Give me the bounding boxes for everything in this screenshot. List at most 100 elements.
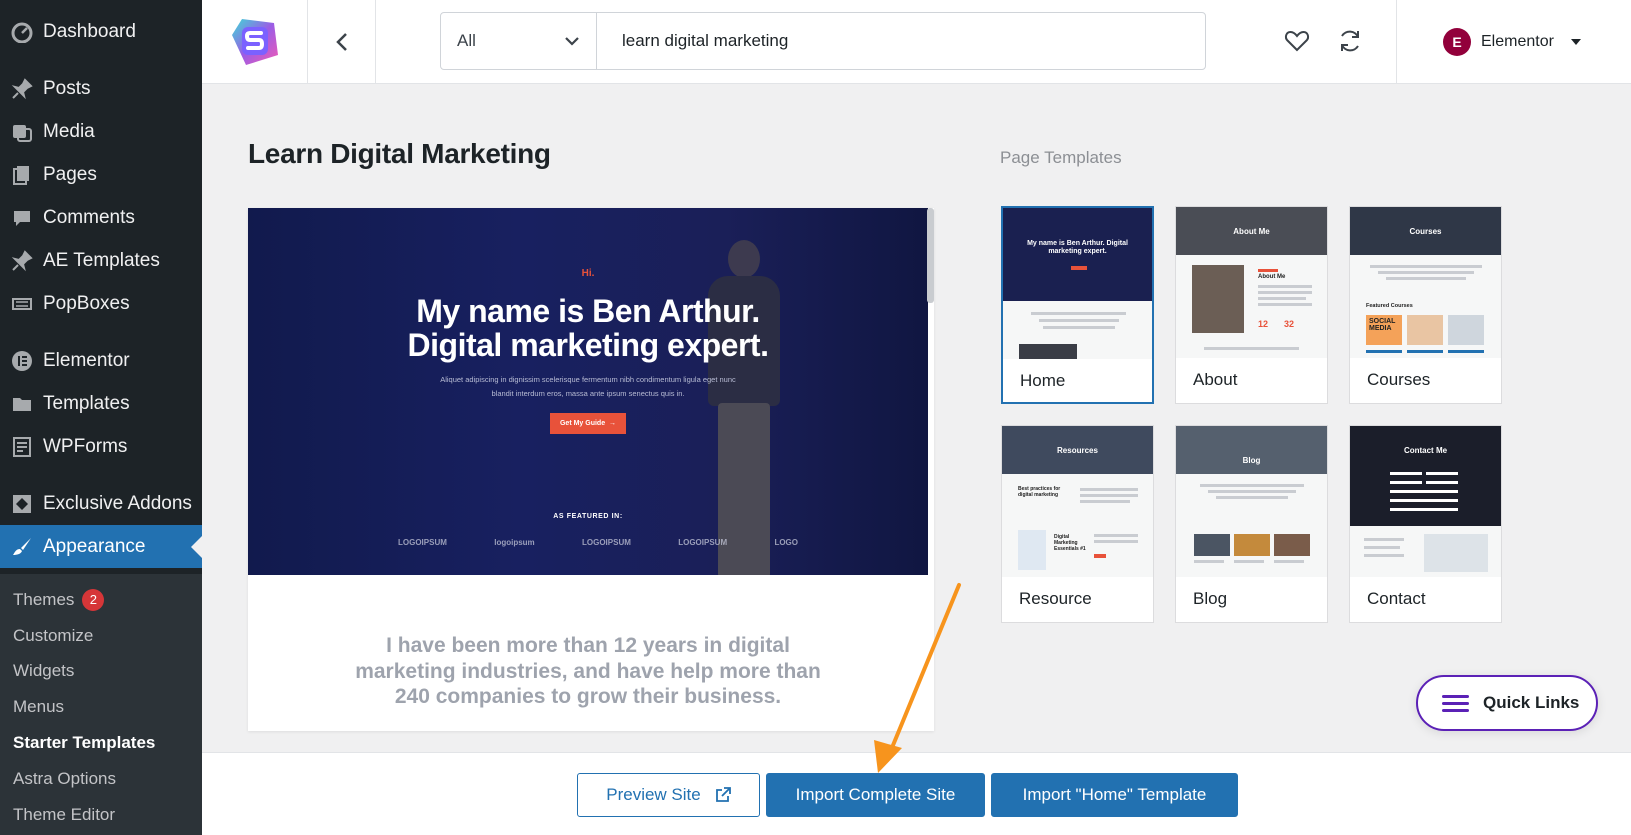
external-link-icon: [715, 787, 731, 802]
chevron-down-icon: [565, 37, 579, 46]
sidebar-item-elementor[interactable]: Elementor: [0, 339, 202, 382]
submenu-item-menus[interactable]: Menus: [0, 689, 202, 725]
comment-icon: [10, 206, 34, 230]
sidebar-item-pages[interactable]: Pages: [0, 153, 202, 196]
sidebar-item-label: PopBoxes: [43, 292, 130, 314]
hero-greeting: Hi.: [581, 268, 595, 279]
sidebar-item-label: Exclusive Addons: [43, 492, 192, 514]
sidebar-item-label: Dashboard: [43, 20, 136, 42]
featured-logo: LOGOIPSUM: [398, 538, 447, 547]
template-search-bar: All: [440, 12, 1206, 70]
sidebar-item-label: Media: [43, 120, 95, 142]
search-input[interactable]: [597, 13, 1205, 69]
sidebar-item-popboxes[interactable]: PopBoxes: [0, 282, 202, 325]
preview-scrollbar[interactable]: [927, 208, 934, 303]
action-footer: Preview Site Import Complete Site Import…: [202, 752, 1631, 835]
sidebar-item-media[interactable]: Media: [0, 110, 202, 153]
elementor-icon: [10, 349, 34, 373]
sidebar-item-label: Appearance: [43, 535, 146, 557]
featured-logo: LOGOIPSUM: [678, 538, 728, 547]
list-icon: [10, 292, 34, 316]
template-card-home[interactable]: My name is Ben Arthur. Digital marketing…: [1001, 206, 1154, 404]
template-label: Blog: [1193, 589, 1228, 608]
pin-icon: [10, 77, 34, 101]
template-card-contact[interactable]: Contact Me Contact: [1349, 425, 1502, 623]
sidebar-item-label: Comments: [43, 206, 135, 228]
refresh-icon: [1341, 30, 1359, 52]
template-card-about[interactable]: About Me About Me 12 32 About: [1175, 206, 1328, 404]
favorites-button[interactable]: [1282, 26, 1312, 56]
featured-in-label: AS FEATURED IN:: [553, 513, 623, 520]
pages-icon: [10, 163, 34, 187]
sidebar-item-dashboard[interactable]: Dashboard: [0, 10, 202, 53]
submenu-item-astra-options[interactable]: Astra Options: [0, 761, 202, 797]
hero-subtext: Aliquet adipiscing in dignissim sceleris…: [440, 375, 736, 398]
sidebar-item-wpforms[interactable]: WPForms: [0, 425, 202, 468]
page-builder-selector[interactable]: E Elementor: [1396, 0, 1631, 84]
pin-icon: [10, 249, 34, 273]
media-icon: [10, 120, 34, 144]
speaker-photo: [688, 228, 798, 575]
form-icon: [10, 435, 34, 459]
submenu-item-customize[interactable]: Customize: [0, 618, 202, 654]
sidebar-item-appearance[interactable]: Appearance: [0, 525, 202, 568]
submenu-item-starter-templates[interactable]: Starter Templates: [0, 725, 202, 761]
sidebar-item-label: WPForms: [43, 435, 128, 457]
sidebar-item-templates[interactable]: Templates: [0, 382, 202, 425]
sidebar-item-label: AE Templates: [43, 249, 160, 271]
back-button[interactable]: [308, 0, 376, 84]
sync-button[interactable]: [1335, 26, 1365, 56]
submenu-item-themes[interactable]: Themes 2: [0, 582, 202, 618]
page-title: Learn Digital Marketing: [248, 138, 551, 169]
template-thumbnail: Blog: [1176, 426, 1327, 577]
sidebar-item-comments[interactable]: Comments: [0, 196, 202, 239]
submenu-item-theme-editor[interactable]: Theme Editor: [0, 797, 202, 833]
featured-logo: LOGO: [774, 538, 798, 547]
template-label: Courses: [1367, 370, 1431, 389]
submenu-item-widgets[interactable]: Widgets: [0, 654, 202, 690]
appearance-submenu: Themes 2 Customize Widgets Menus Starter…: [0, 574, 202, 835]
brush-icon: [10, 535, 34, 559]
template-card-courses[interactable]: Courses Featured Courses SOCIAL MEDIA Co…: [1349, 206, 1502, 404]
template-thumbnail: Contact Me: [1350, 426, 1501, 577]
site-preview[interactable]: Hi. My name is Ben Arthur. Digital marke…: [248, 208, 934, 731]
page-templates-heading: Page Templates: [1000, 148, 1122, 167]
template-card-blog[interactable]: Blog Blog: [1175, 425, 1328, 623]
sidebar-item-ae-templates[interactable]: AE Templates: [0, 239, 202, 282]
logo-icon: [231, 19, 278, 65]
featured-logo: LOGOIPSUM: [582, 538, 631, 547]
template-thumbnail: Courses Featured Courses SOCIAL MEDIA: [1350, 207, 1501, 358]
heart-icon: [1284, 30, 1310, 52]
builder-filter-select[interactable]: All: [441, 13, 597, 69]
quick-links-label: Quick Links: [1483, 693, 1580, 712]
admin-sidebar: Dashboard Posts Media Pages Comments AE …: [0, 0, 202, 835]
sidebar-item-label: Pages: [43, 163, 97, 185]
chevron-left-icon: [335, 33, 347, 51]
update-count-badge: 2: [82, 588, 105, 611]
sidebar-item-label: Elementor: [43, 349, 130, 371]
sidebar-item-posts[interactable]: Posts: [0, 67, 202, 110]
template-card-resource[interactable]: Resources Best practices for digital mar…: [1001, 425, 1154, 623]
quick-links-button[interactable]: Quick Links: [1416, 675, 1598, 731]
caret-down-icon: [1570, 39, 1581, 45]
preview-hero: Hi. My name is Ben Arthur. Digital marke…: [248, 208, 928, 575]
template-label: Home: [1020, 371, 1066, 390]
template-label: About: [1193, 370, 1238, 389]
sidebar-item-label: Templates: [43, 392, 130, 414]
import-complete-site-button[interactable]: Import Complete Site: [766, 773, 985, 817]
preview-body-text: I have been more than 12 years in digita…: [355, 634, 821, 709]
dashboard-icon: [10, 20, 34, 44]
addons-icon: [10, 492, 34, 516]
sidebar-item-label: Posts: [43, 77, 91, 99]
featured-logo: logoipsum: [494, 538, 535, 547]
hero-cta-button: Get My Guide →: [550, 413, 626, 434]
template-label: Resource: [1019, 589, 1092, 608]
starter-templates-header: All E Elementor: [202, 0, 1631, 84]
import-home-template-button[interactable]: Import "Home" Template: [991, 773, 1238, 817]
sidebar-item-exclusive-addons[interactable]: Exclusive Addons: [0, 482, 202, 525]
starter-templates-logo: [202, 0, 308, 84]
template-thumbnail: My name is Ben Arthur. Digital marketing…: [1003, 208, 1152, 359]
template-label: Contact: [1367, 589, 1426, 608]
preview-site-button[interactable]: Preview Site: [577, 773, 760, 817]
filter-value: All: [457, 31, 476, 50]
